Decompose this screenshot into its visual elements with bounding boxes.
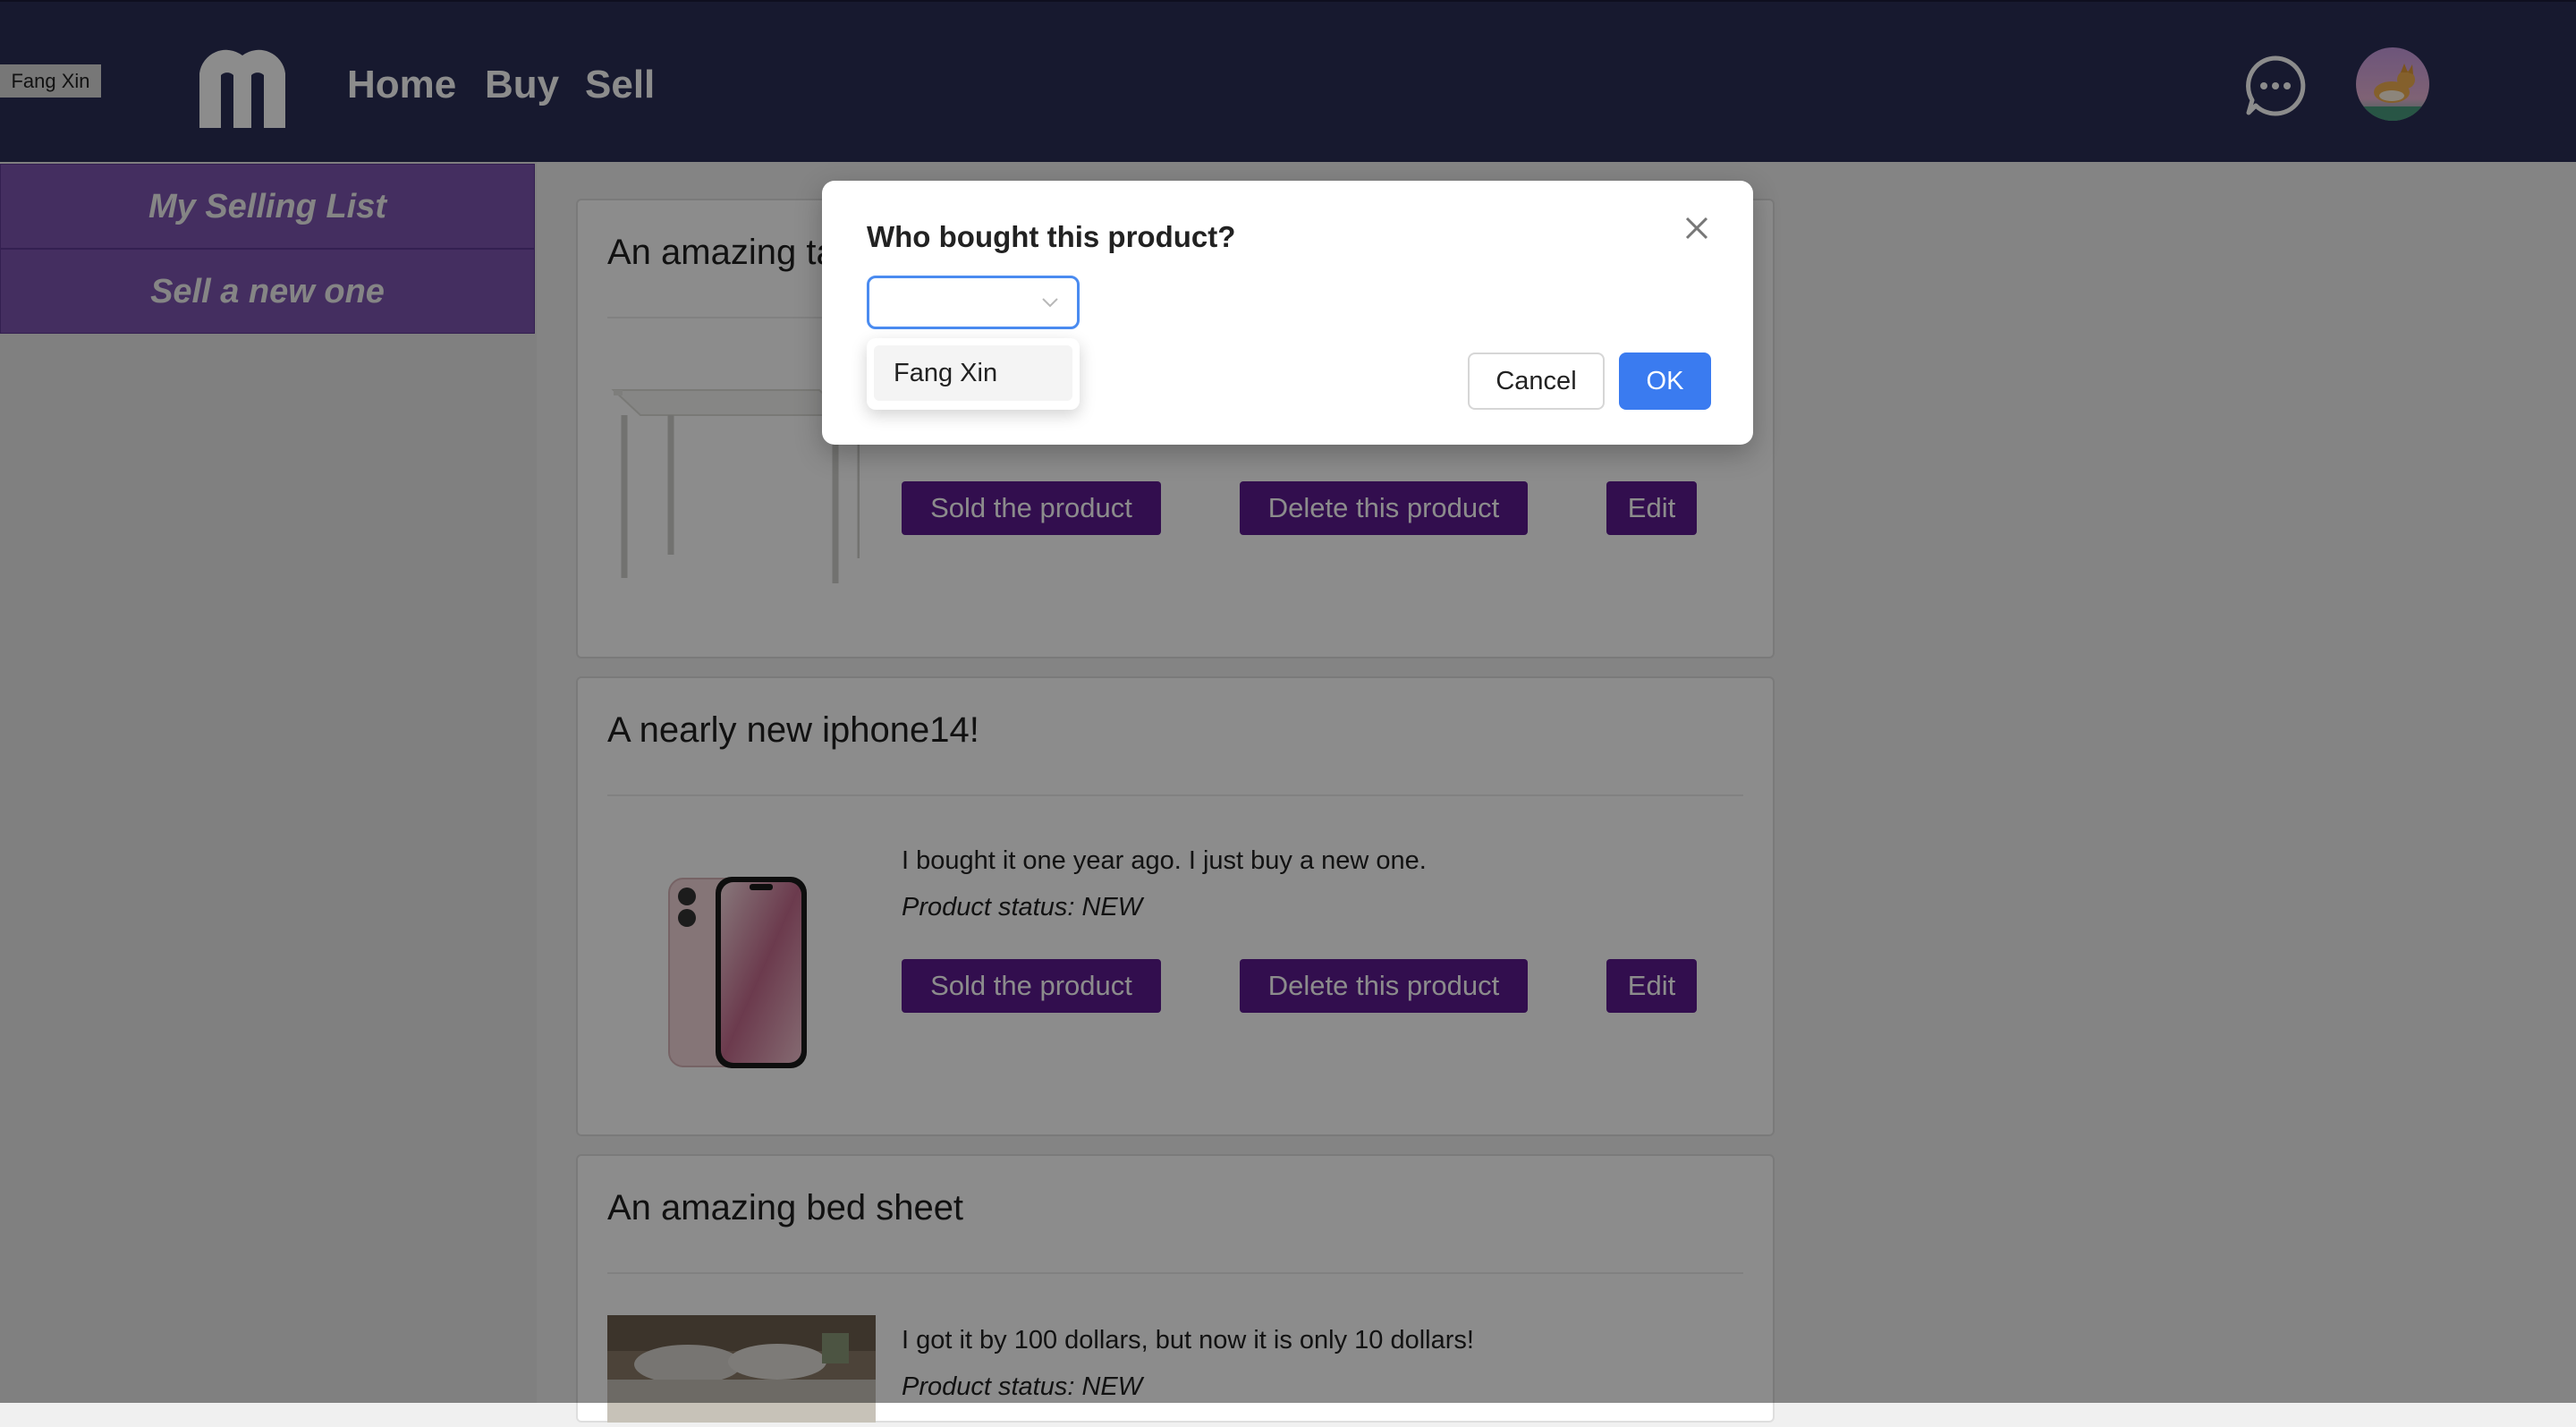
ok-button[interactable]: OK — [1619, 353, 1711, 410]
buyer-select[interactable] — [867, 276, 1080, 329]
cancel-button[interactable]: Cancel — [1468, 353, 1605, 410]
chevron-down-icon — [1041, 296, 1059, 309]
buyer-dropdown: Fang Xin — [867, 338, 1080, 410]
buyer-select-modal: Who bought this product? Fang Xin Cancel… — [822, 181, 1753, 445]
modal-title: Who bought this product? — [867, 220, 1236, 253]
close-icon[interactable] — [1683, 215, 1710, 242]
dropdown-option[interactable]: Fang Xin — [874, 345, 1072, 401]
